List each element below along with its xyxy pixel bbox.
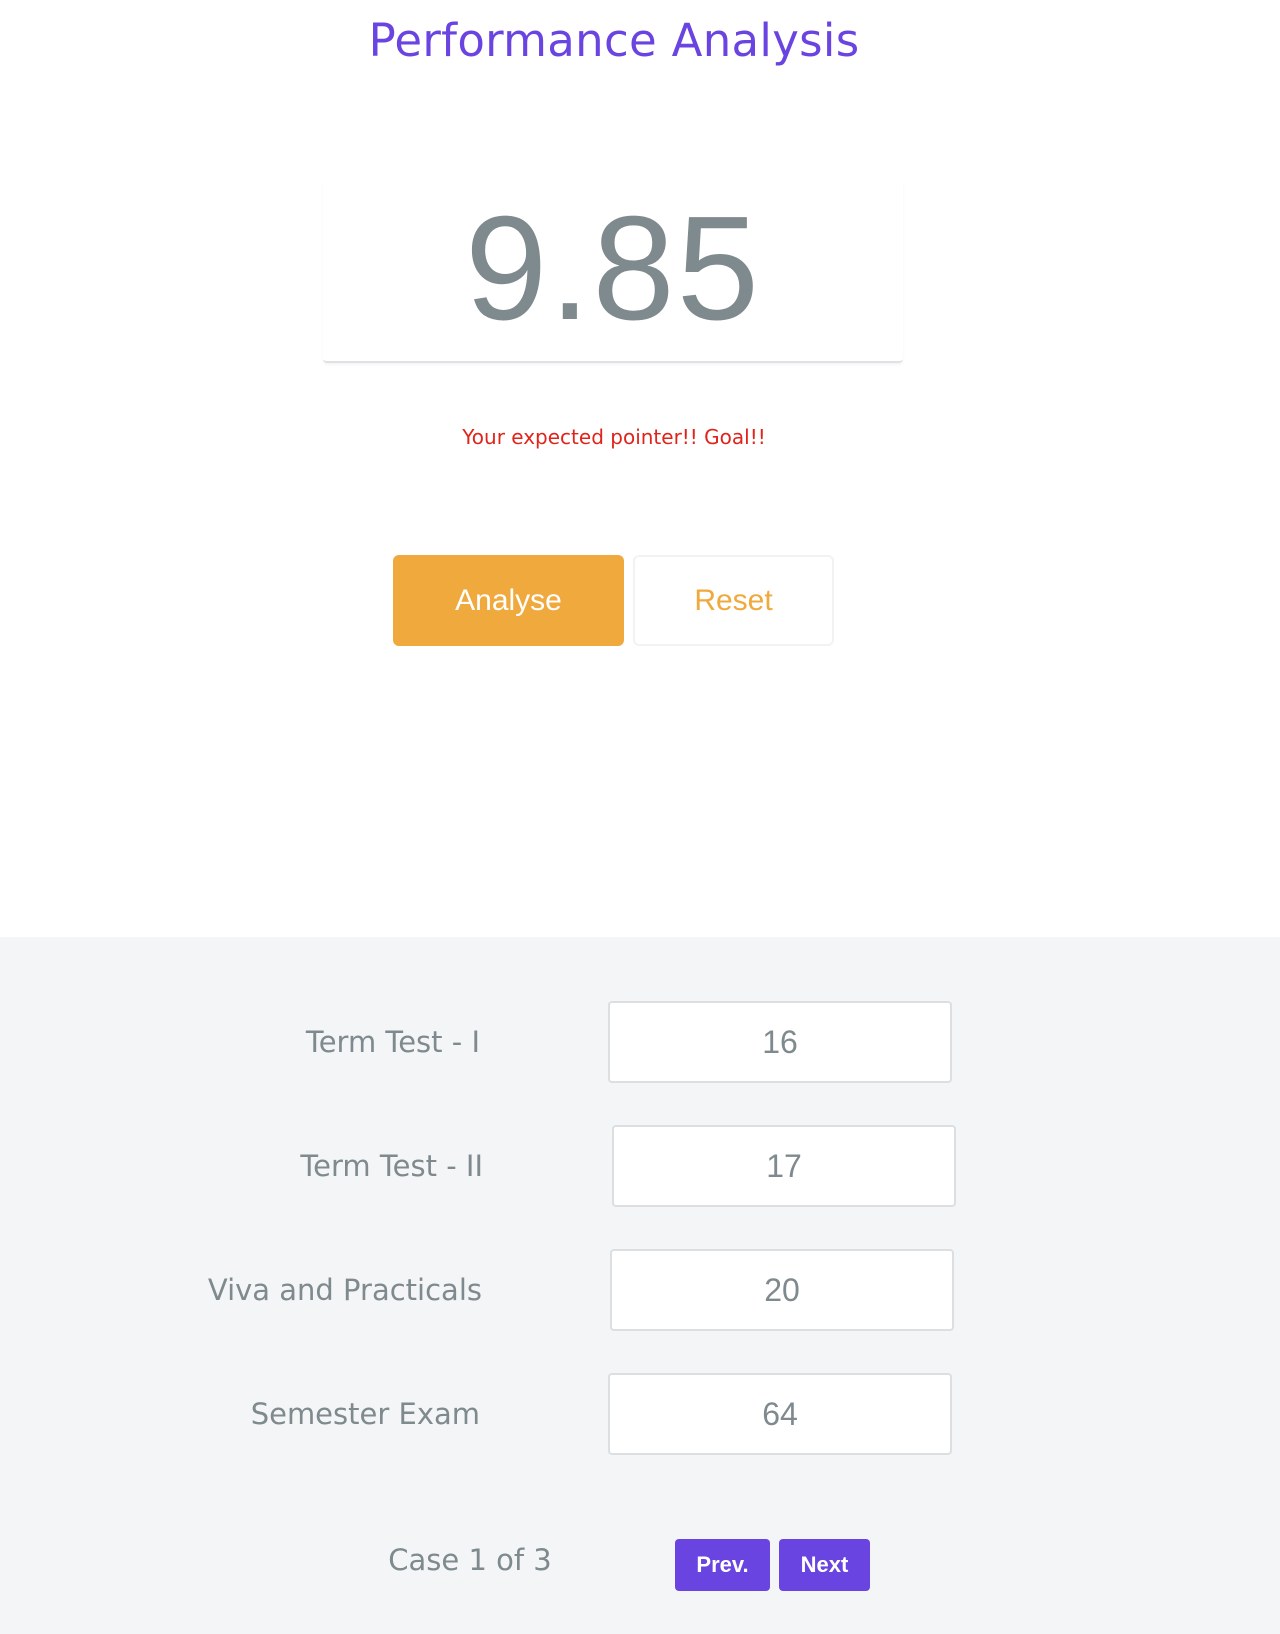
case-counter: Case 1 of 3 (388, 1543, 552, 1577)
term-test-2-input[interactable] (612, 1125, 956, 1207)
field-label-term-test-1: Term Test - I (305, 1025, 480, 1059)
page-title: Performance Analysis (368, 14, 860, 67)
field-label-viva-practicals: Viva and Practicals (207, 1273, 482, 1307)
semester-exam-input[interactable] (608, 1373, 952, 1455)
field-label-semester-exam: Semester Exam (250, 1397, 480, 1431)
term-test-1-input[interactable] (608, 1001, 952, 1083)
reset-button[interactable]: Reset (633, 555, 834, 646)
viva-practicals-input[interactable] (610, 1249, 954, 1331)
analyse-button[interactable]: Analyse (393, 555, 624, 646)
field-label-term-test-2: Term Test - II (300, 1149, 483, 1183)
score-display: 9.85 (323, 180, 903, 363)
score-value: 9.85 (464, 186, 762, 351)
result-message: Your expected pointer!! Goal!! (462, 425, 766, 449)
prev-button[interactable]: Prev. (675, 1539, 770, 1591)
next-button[interactable]: Next (779, 1539, 870, 1591)
analysis-panel: Performance Analysis 9.85 Your expected … (0, 0, 1280, 937)
